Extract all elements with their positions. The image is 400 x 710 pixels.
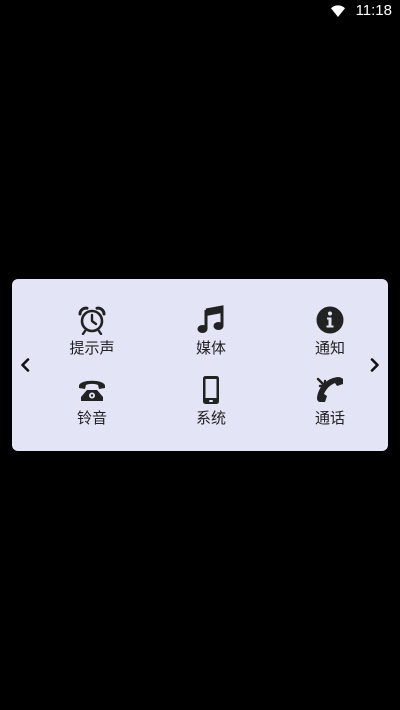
- next-page-button[interactable]: [368, 355, 382, 375]
- sound-panel: 提示声 媒体 通知 铃音 系统 通话: [12, 279, 388, 451]
- previous-page-button[interactable]: [18, 355, 32, 375]
- call-label: 通话: [314, 409, 345, 427]
- sound-type-grid: 提示声 媒体 通知 铃音 系统 通话: [40, 301, 360, 441]
- info-icon: [314, 304, 346, 336]
- media-button[interactable]: 媒体: [171, 304, 251, 362]
- alarm-sound-label: 提示声: [69, 339, 115, 357]
- chevron-left-icon: [21, 358, 30, 372]
- music-note-icon: [195, 304, 227, 336]
- wifi-icon: [331, 5, 345, 17]
- alarm-clock-icon: [76, 304, 108, 336]
- notification-button[interactable]: 通知: [290, 304, 370, 362]
- chevron-right-icon: [370, 358, 379, 372]
- phone-device-icon: [195, 374, 227, 406]
- phone-call-icon: [314, 374, 346, 406]
- media-label: 媒体: [195, 339, 226, 357]
- status-bar: 11:18: [0, 0, 400, 24]
- system-button[interactable]: 系统: [171, 374, 251, 432]
- alarm-sound-button[interactable]: 提示声: [52, 304, 132, 362]
- notification-label: 通知: [314, 339, 345, 357]
- status-time: 11:18: [355, 2, 392, 19]
- ringtone-label: 铃音: [76, 409, 107, 427]
- ringtone-button[interactable]: 铃音: [52, 374, 132, 432]
- telephone-icon: [76, 374, 108, 406]
- system-label: 系统: [195, 409, 226, 427]
- call-button[interactable]: 通话: [290, 374, 370, 432]
